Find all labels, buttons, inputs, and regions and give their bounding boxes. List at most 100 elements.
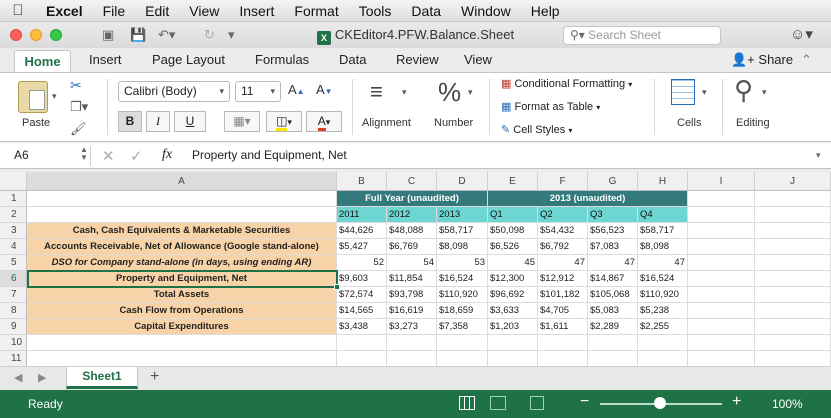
value-cell[interactable]: $14,565 [337, 303, 387, 319]
menu-file[interactable]: File [93, 0, 136, 22]
tab-page-layout[interactable]: Page Layout [152, 52, 225, 67]
value-cell[interactable]: $16,524 [437, 271, 488, 287]
value-cell[interactable]: $8,098 [638, 239, 688, 255]
number-dropdown-icon[interactable]: ▾ [468, 87, 473, 98]
cell[interactable] [27, 351, 337, 366]
cell[interactable] [755, 303, 831, 319]
cut-icon[interactable]: ✂ [70, 77, 82, 94]
cell[interactable] [588, 335, 638, 351]
column-header-e[interactable]: E [488, 172, 538, 191]
value-cell[interactable]: $110,920 [437, 287, 488, 303]
font-name-select[interactable]: Calibri (Body) ▾ [118, 81, 230, 102]
row-label[interactable]: Capital Expenditures [27, 319, 337, 335]
cells-label[interactable]: Cells [677, 117, 701, 129]
cell[interactable] [538, 335, 588, 351]
row-header-8[interactable]: 8 [0, 303, 27, 319]
row-label[interactable]: DSO for Company stand-alone (in days, us… [27, 255, 337, 271]
cell[interactable] [755, 239, 831, 255]
format-as-table-button[interactable]: ▦ Format as Table ▾ [501, 100, 600, 113]
row-label[interactable]: Total Assets [27, 287, 337, 303]
expand-formula-bar-icon[interactable]: ▾ [816, 150, 821, 161]
cell[interactable] [337, 351, 387, 366]
value-cell[interactable]: $2,289 [588, 319, 638, 335]
add-sheet-button[interactable]: + [150, 368, 159, 386]
fill-color-button[interactable]: ◫▾ [266, 111, 302, 132]
fill-handle[interactable] [334, 284, 340, 290]
cell[interactable] [688, 351, 755, 366]
tab-home[interactable]: Home [14, 50, 71, 73]
value-cell[interactable]: $7,083 [588, 239, 638, 255]
row-header-4[interactable]: 4 [0, 239, 27, 255]
value-cell[interactable]: $16,619 [387, 303, 437, 319]
value-cell[interactable]: $58,717 [437, 223, 488, 239]
font-color-button[interactable]: A▾ [306, 111, 342, 132]
spreadsheet-grid[interactable]: A B C D E F G H I J 1 2 3 4 5 6 7 8 9 10 11 Full Year (unaudi… [0, 172, 831, 366]
value-cell[interactable]: $5,427 [337, 239, 387, 255]
row-header-11[interactable]: 11 [0, 351, 27, 366]
period-header[interactable]: 2013 [437, 207, 488, 223]
value-cell[interactable]: 47 [638, 255, 688, 271]
paste-dropdown-icon[interactable]: ▾ [52, 91, 57, 102]
cell[interactable] [688, 303, 755, 319]
page-break-view-icon[interactable] [530, 396, 544, 410]
page-layout-view-icon[interactable] [490, 396, 506, 410]
value-cell[interactable]: 45 [488, 255, 538, 271]
value-cell[interactable]: $11,854 [387, 271, 437, 287]
value-cell[interactable]: $1,611 [538, 319, 588, 335]
period-header[interactable]: Q1 [488, 207, 538, 223]
percent-icon[interactable]: % [438, 79, 461, 105]
column-header-j[interactable]: J [755, 172, 831, 191]
menu-edit[interactable]: Edit [135, 0, 179, 22]
column-header-h[interactable]: H [638, 172, 688, 191]
value-cell[interactable]: $12,300 [488, 271, 538, 287]
row-header-10[interactable]: 10 [0, 335, 27, 351]
menu-help[interactable]: Help [521, 0, 570, 22]
cell[interactable] [638, 335, 688, 351]
value-cell[interactable]: $6,792 [538, 239, 588, 255]
cell[interactable] [27, 191, 337, 207]
value-cell[interactable]: 52 [337, 255, 387, 271]
row-header-1[interactable]: 1 [0, 191, 27, 207]
bold-button[interactable]: B [118, 111, 142, 132]
alignment-icon[interactable]: ≡ [370, 81, 383, 103]
value-cell[interactable]: $4,705 [538, 303, 588, 319]
menu-view[interactable]: View [179, 0, 229, 22]
header-full-year[interactable]: Full Year (unaudited) [337, 191, 488, 207]
zoom-in-button[interactable]: + [732, 393, 741, 411]
insert-function-button[interactable]: fx [162, 147, 172, 163]
value-cell[interactable]: 54 [387, 255, 437, 271]
column-header-c[interactable]: C [387, 172, 437, 191]
value-cell[interactable]: 53 [437, 255, 488, 271]
menu-excel[interactable]: Excel [36, 0, 93, 22]
select-all-corner[interactable] [0, 172, 27, 191]
cell[interactable] [387, 335, 437, 351]
formula-input[interactable]: Property and Equipment, Net [192, 148, 347, 162]
cell[interactable] [755, 287, 831, 303]
zoom-slider-handle[interactable] [654, 397, 666, 409]
cell[interactable] [387, 351, 437, 366]
value-cell[interactable]: $96,692 [488, 287, 538, 303]
row-header-5[interactable]: 5 [0, 255, 27, 271]
value-cell[interactable]: $58,717 [638, 223, 688, 239]
cancel-icon[interactable]: ✕ [102, 147, 115, 165]
value-cell[interactable]: $3,273 [387, 319, 437, 335]
row-label[interactable]: Accounts Receivable, Net of Allowance (G… [27, 239, 337, 255]
period-header[interactable]: Q2 [538, 207, 588, 223]
paste-label[interactable]: Paste [22, 117, 50, 129]
tab-view[interactable]: View [464, 52, 492, 67]
cell[interactable] [688, 271, 755, 287]
tab-insert[interactable]: Insert [89, 52, 122, 67]
enter-check-icon[interactable]: ✓ [130, 147, 143, 165]
borders-button[interactable]: ▦▾ [224, 111, 260, 132]
format-painter-icon[interactable]: 🖌 [70, 121, 87, 137]
editing-label[interactable]: Editing [736, 117, 770, 129]
value-cell[interactable]: $12,912 [538, 271, 588, 287]
value-cell[interactable]: $101,182 [538, 287, 588, 303]
tab-formulas[interactable]: Formulas [255, 52, 309, 67]
share-button[interactable]: 👤+ Share [731, 52, 793, 68]
value-cell[interactable]: $8,098 [437, 239, 488, 255]
value-cell[interactable]: $2,255 [638, 319, 688, 335]
editing-dropdown-icon[interactable]: ▾ [762, 87, 767, 98]
row-header-2[interactable]: 2 [0, 207, 27, 223]
row-header-6[interactable]: 6 [0, 271, 27, 287]
